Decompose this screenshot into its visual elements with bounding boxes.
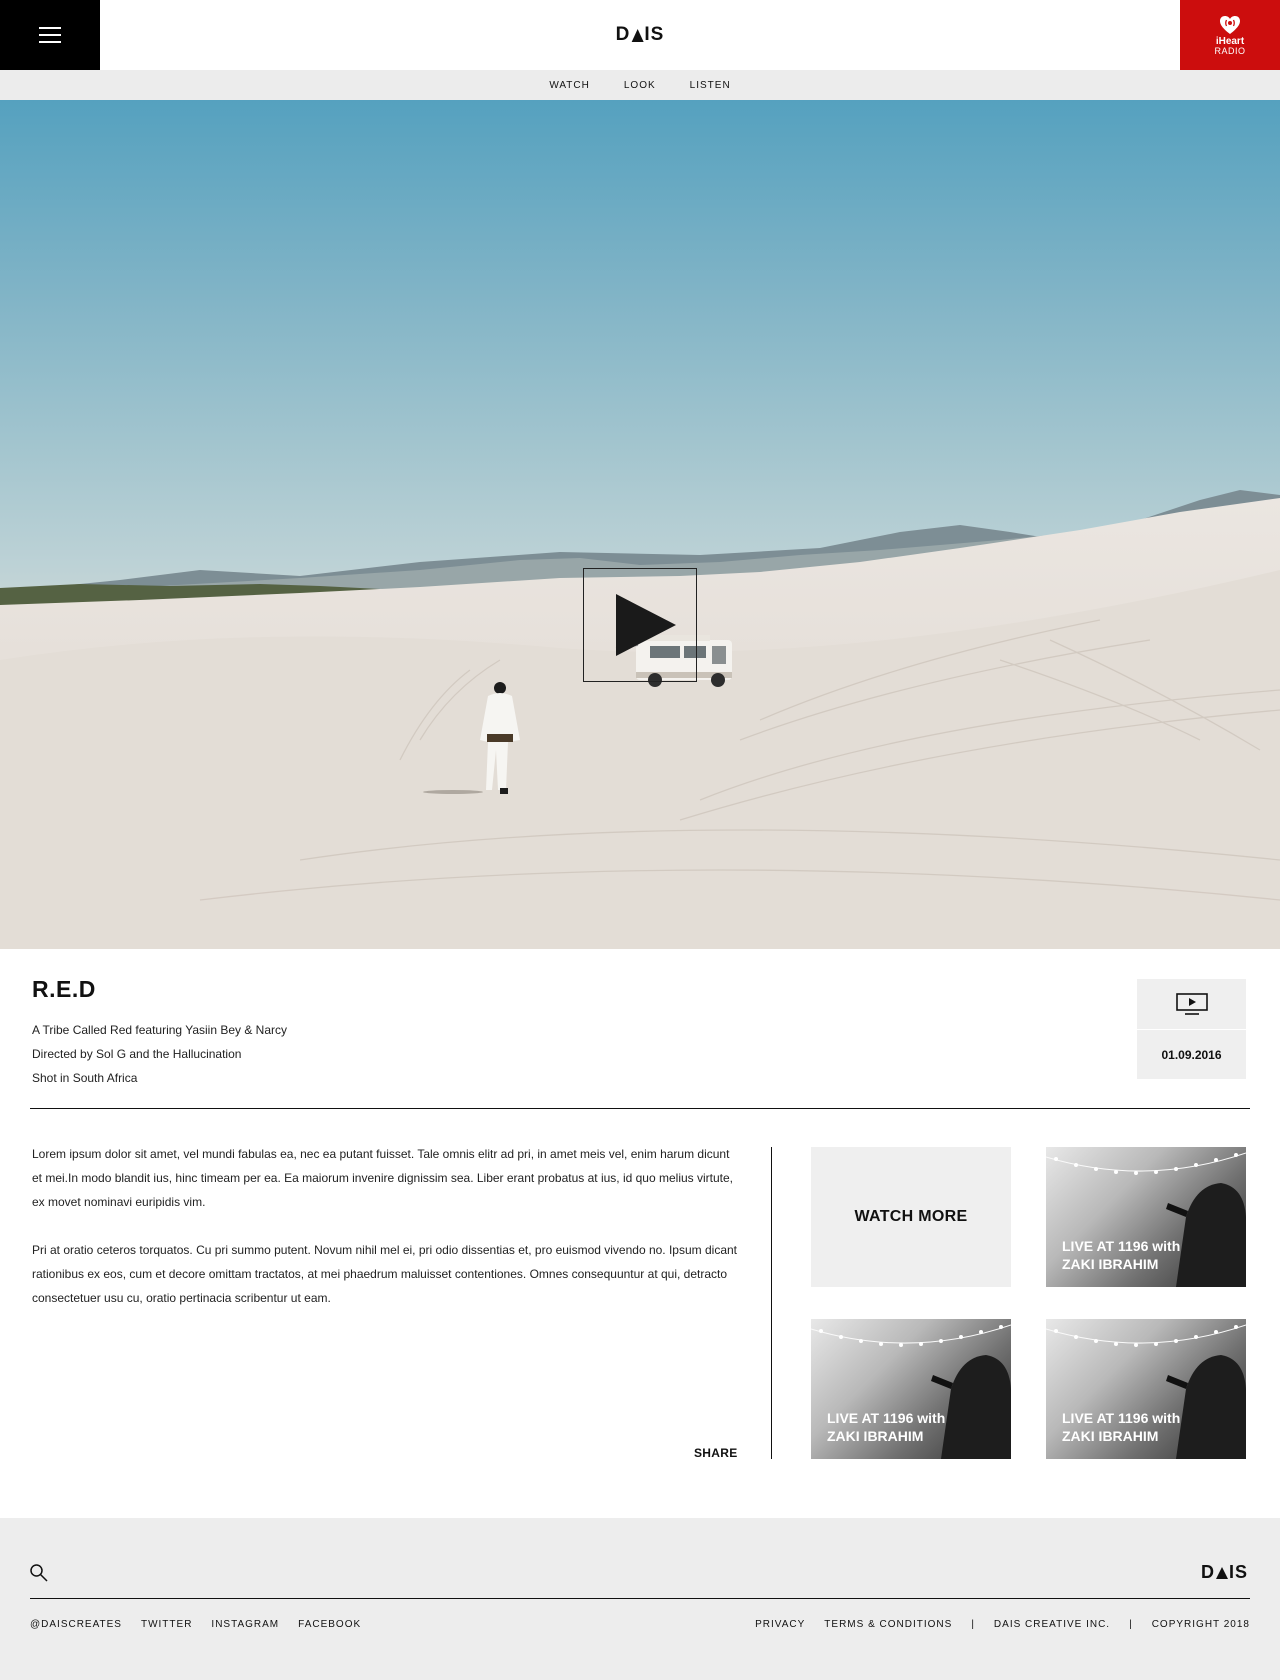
sub-navigation: WATCH LOOK LISTEN xyxy=(0,70,1280,100)
social-twitter[interactable]: TWITTER xyxy=(141,1619,192,1630)
site-header: D IS iHeart RADIO xyxy=(0,0,1280,70)
logo-triangle-icon xyxy=(1215,1566,1228,1579)
social-facebook[interactable]: FACEBOOK xyxy=(298,1619,361,1630)
footer-divider xyxy=(30,1598,1250,1599)
social-daiscreates[interactable]: @DAISCREATES xyxy=(30,1619,122,1630)
video-info-box: 01.09.2016 xyxy=(1137,979,1246,1079)
hero-video[interactable] xyxy=(0,100,1280,949)
related-video-card[interactable]: LIVE AT 1196 with ZAKI IBRAHIM xyxy=(1046,1319,1246,1459)
play-icon xyxy=(616,594,676,656)
nav-look[interactable]: LOOK xyxy=(624,80,656,91)
search-icon[interactable] xyxy=(29,1563,49,1583)
related-video-card[interactable]: LIVE AT 1196 with ZAKI IBRAHIM xyxy=(1046,1147,1246,1287)
credit-line: Shot in South Africa xyxy=(32,1071,138,1085)
description-paragraph: Pri at oratio ceteros torquatos. Cu pri … xyxy=(32,1243,738,1305)
logo-triangle-icon xyxy=(631,28,644,42)
social-instagram[interactable]: INSTAGRAM xyxy=(211,1619,279,1630)
menu-button[interactable] xyxy=(0,0,100,70)
section-divider xyxy=(30,1108,1250,1109)
video-type xyxy=(1137,979,1246,1030)
release-date: 01.09.2016 xyxy=(1161,1047,1222,1062)
site-footer: D IS @DAISCREATES TWITTER INSTAGRAM FACEB… xyxy=(0,1518,1280,1680)
card-caption: LIVE AT 1196 with ZAKI IBRAHIM xyxy=(827,1410,946,1444)
share-button[interactable]: SHARE xyxy=(694,1446,738,1460)
iheartradio-button[interactable]: iHeart RADIO xyxy=(1180,0,1280,70)
legal-links: PRIVACY TERMS & CONDITIONS | DAIS CREATI… xyxy=(755,1619,1250,1630)
card-caption: LIVE AT 1196 with ZAKI IBRAHIM xyxy=(1062,1238,1181,1272)
watch-more-button[interactable]: WATCH MORE xyxy=(811,1147,1011,1287)
social-links: @DAISCREATES TWITTER INSTAGRAM FACEBOOK xyxy=(30,1619,361,1630)
copyright: COPYRIGHT 2018 xyxy=(1151,1619,1250,1630)
related-video-card[interactable]: LIVE AT 1196 with ZAKI IBRAHIM xyxy=(811,1319,1011,1459)
column-divider xyxy=(771,1147,772,1459)
privacy-link[interactable]: PRIVACY xyxy=(755,1619,805,1630)
credit-line: A Tribe Called Red featuring Yasiin Bey … xyxy=(32,1023,288,1037)
nav-listen[interactable]: LISTEN xyxy=(690,80,731,91)
nav-watch[interactable]: WATCH xyxy=(549,80,590,91)
footer-logo[interactable]: D IS xyxy=(1201,1562,1248,1583)
separator: | xyxy=(971,1619,975,1630)
video-tv-icon xyxy=(1175,993,1208,1015)
site-logo[interactable]: D IS xyxy=(616,24,665,46)
terms-link[interactable]: TERMS & CONDITIONS xyxy=(824,1619,952,1630)
hamburger-menu-icon xyxy=(39,27,61,43)
separator: | xyxy=(1129,1619,1133,1630)
card-caption: LIVE AT 1196 with ZAKI IBRAHIM xyxy=(1062,1410,1181,1444)
desert-scene-image xyxy=(0,490,1280,949)
iheartradio-icon xyxy=(1220,16,1240,34)
video-title: R.E.D xyxy=(32,976,96,1002)
description-paragraph: Lorem ipsum dolor sit amet, vel mundi fa… xyxy=(32,1147,734,1209)
credit-line: Directed by Sol G and the Hallucination xyxy=(32,1047,242,1061)
company-name: DAIS CREATIVE INC. xyxy=(993,1619,1111,1630)
play-button[interactable] xyxy=(583,568,697,682)
